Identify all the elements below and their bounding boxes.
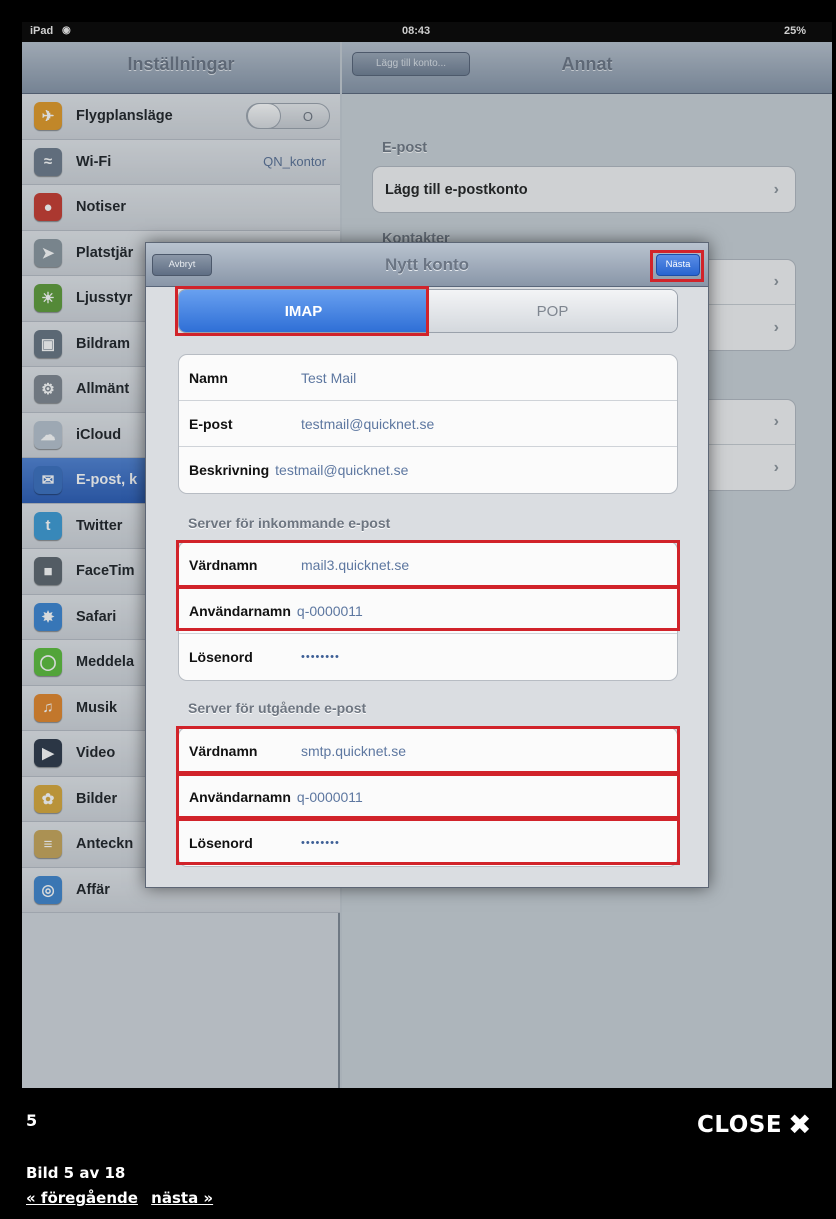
next-link[interactable]: nästa » xyxy=(151,1189,213,1207)
outgoing-server-header: Server för utgående e-post xyxy=(188,700,367,716)
account-field-row[interactable]: E-post testmail@quicknet.se xyxy=(179,401,677,447)
dialog-navbar: Avbryt Nytt konto Nästa xyxy=(146,243,708,287)
close-label: CLOSE xyxy=(697,1112,783,1138)
new-account-dialog: Avbryt Nytt konto Nästa IMAP POP Namn Tes… xyxy=(145,242,709,888)
field-label: Värdnamn xyxy=(189,742,258,759)
account-type-segmented-control: IMAP POP xyxy=(178,289,678,333)
outgoing-field-row[interactable]: Lösenord •••••••• xyxy=(179,820,677,866)
image-caption: Bild 5 av 18 xyxy=(26,1164,126,1182)
lightbox: iPad ◉ 08:43 25% Inställningar ✈ Flygplan… xyxy=(0,0,836,1219)
pagination: « föregående nästa » xyxy=(26,1189,221,1207)
field-value[interactable]: q-0000011 xyxy=(297,789,363,805)
dialog-title: Nytt konto xyxy=(384,255,470,274)
incoming-field-row[interactable]: Användarnamn q-0000011 xyxy=(179,588,677,634)
wifi-signal-icon: ◉ xyxy=(62,25,71,36)
field-label: Lösenord xyxy=(189,835,253,851)
field-value[interactable]: •••••••• xyxy=(301,651,340,663)
tab-pop[interactable]: POP xyxy=(428,290,677,332)
account-field-row[interactable]: Namn Test Mail xyxy=(179,355,677,401)
close-icon: ✖ xyxy=(788,1108,813,1141)
account-field-row[interactable]: Beskrivning testmail@quicknet.se xyxy=(179,447,677,493)
incoming-field-row[interactable]: Lösenord •••••••• xyxy=(179,634,677,680)
battery-level: 25% xyxy=(784,25,807,37)
slide-number: 5 xyxy=(26,1111,38,1130)
field-label: Användarnamn xyxy=(189,788,291,805)
outgoing-server-group: Värdnamn smtp.quicknet.se Användarnamn q-00… xyxy=(178,727,678,867)
field-value[interactable]: q-0000011 xyxy=(297,603,363,619)
account-info-group: Namn Test Mail E-post testmail@quicknet.se B… xyxy=(178,354,678,494)
device-name: iPad xyxy=(30,25,54,37)
field-value[interactable]: Test Mail xyxy=(301,370,356,386)
field-label: Lösenord xyxy=(189,649,253,665)
field-label: Namn xyxy=(189,369,228,386)
tab-imap[interactable]: IMAP xyxy=(179,290,428,332)
field-value[interactable]: mail3.quicknet.se xyxy=(301,557,409,573)
next-button[interactable]: Nästa xyxy=(656,254,700,276)
field-label: Användarnamn xyxy=(189,602,291,619)
clock: 08:43 xyxy=(402,25,431,37)
incoming-field-row[interactable]: Värdnamn mail3.quicknet.se xyxy=(179,542,677,588)
outgoing-field-row[interactable]: Användarnamn q-0000011 xyxy=(179,774,677,820)
field-value[interactable]: •••••••• xyxy=(301,837,340,849)
field-label: Värdnamn xyxy=(189,556,258,573)
outgoing-field-row[interactable]: Värdnamn smtp.quicknet.se xyxy=(179,728,677,774)
field-value[interactable]: testmail@quicknet.se xyxy=(275,462,408,478)
field-value[interactable]: smtp.quicknet.se xyxy=(301,743,406,759)
incoming-server-group: Värdnamn mail3.quicknet.se Användarnamn q-0… xyxy=(178,541,678,681)
previous-link[interactable]: « föregående xyxy=(26,1189,138,1207)
field-value[interactable]: testmail@quicknet.se xyxy=(301,416,434,432)
close-button[interactable]: CLOSE ✖ xyxy=(697,1108,813,1141)
field-label: E-post xyxy=(189,415,233,432)
ios-status-bar: iPad ◉ 08:43 25% xyxy=(22,22,832,42)
ipad-screenshot: iPad ◉ 08:43 25% Inställningar ✈ Flygplan… xyxy=(22,22,832,1088)
field-label: Beskrivning xyxy=(189,462,270,478)
incoming-server-header: Server för inkommande e-post xyxy=(188,515,391,531)
